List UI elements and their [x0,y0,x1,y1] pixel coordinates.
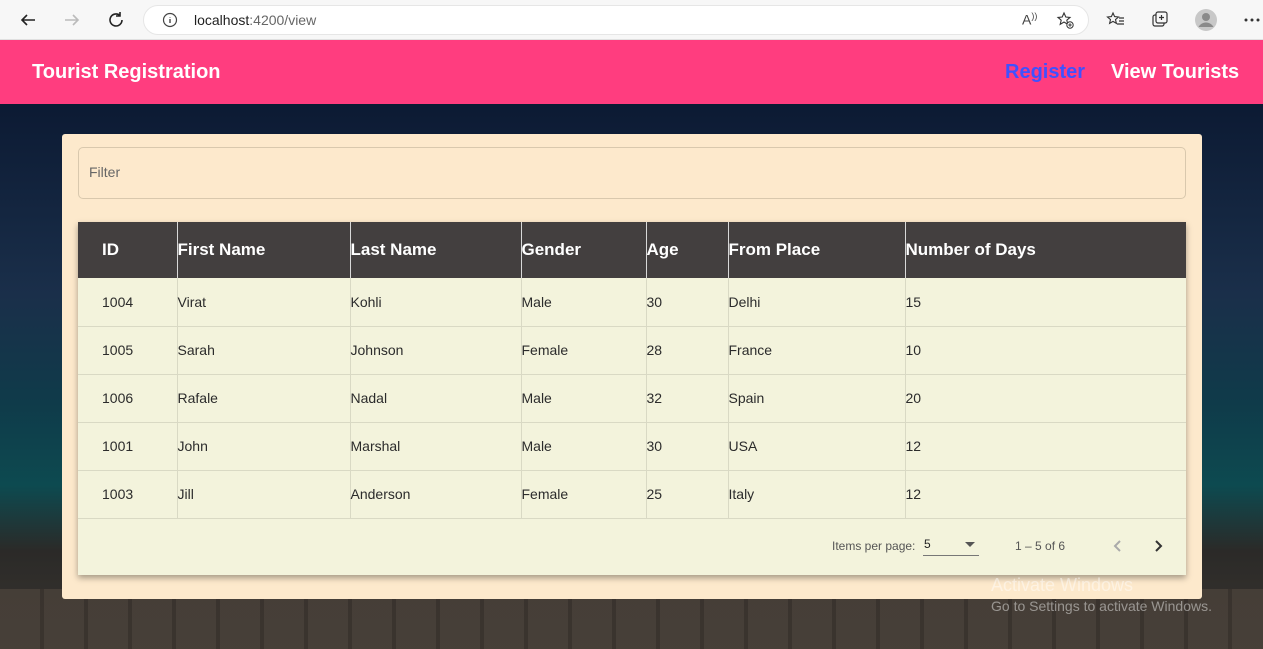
url-text: localhost:4200/view [194,12,317,28]
cell-first-name: John [177,422,351,470]
address-bar[interactable]: localhost:4200/view A)) [143,5,1089,35]
cell-gender: Female [521,326,647,374]
next-page-button[interactable] [1144,532,1172,560]
column-header-number-of-days[interactable]: Number of Days [905,222,1186,278]
table-row[interactable]: 1004 Virat Kohli Male 30 Delhi 15 [78,278,1186,326]
cell-from-place: USA [728,422,906,470]
filter-field[interactable] [78,147,1186,199]
refresh-icon[interactable] [100,4,132,36]
cell-number-of-days: 12 [905,486,922,502]
activate-windows-watermark: Activate Windows Go to Settings to activ… [991,575,1212,614]
column-header-from-place[interactable]: From Place [728,222,906,278]
chevron-down-icon[interactable] [965,542,975,547]
cell-from-place: Delhi [728,278,906,326]
previous-page-button[interactable] [1104,532,1132,560]
watermark-subtitle: Go to Settings to activate Windows. [991,598,1212,614]
back-icon[interactable] [12,4,44,36]
cell-number-of-days: 12 [905,438,922,454]
table-row[interactable]: 1006 Rafale Nadal Male 32 Spain 20 [78,374,1186,422]
read-aloud-icon[interactable]: A)) [1022,11,1037,28]
app-title: Tourist Registration [32,61,221,83]
cell-age: 32 [646,374,729,422]
filter-input[interactable] [89,164,1169,180]
paginator: Items per page: 5 1 – 5 of 6 [78,518,1186,575]
items-per-page-label: Items per page: [832,539,916,553]
cell-id: 1004 [78,278,178,326]
cell-id: 1006 [78,374,178,422]
page-range-label: 1 – 5 of 6 [1015,539,1066,553]
table-row[interactable]: 1005 Sarah Johnson Female 28 France 10 [78,326,1186,374]
forward-icon[interactable] [56,4,88,36]
more-icon[interactable] [1240,8,1263,32]
app-toolbar: Tourist Registration Register View Touri… [0,40,1263,104]
column-header-last-name[interactable]: Last Name [350,222,522,278]
cell-id: 1005 [78,326,178,374]
cell-last-name: Johnson [350,326,522,374]
cell-gender: Male [521,278,647,326]
column-header-gender[interactable]: Gender [521,222,647,278]
cell-first-name: Rafale [177,374,351,422]
cell-last-name: Kohli [350,278,522,326]
cell-first-name: Sarah [177,326,351,374]
tourist-table-container: ID First Name Last Name Gender Age From … [78,222,1186,575]
cell-number-of-days: 20 [905,390,922,406]
nav-register-link[interactable]: Register [1005,61,1085,84]
tourist-table: ID First Name Last Name Gender Age From … [78,222,1186,519]
collections-icon[interactable] [1148,8,1172,32]
cell-gender: Male [521,374,647,422]
cell-age: 30 [646,278,729,326]
cell-first-name: Virat [177,278,351,326]
watermark-title: Activate Windows [991,575,1134,595]
cell-gender: Female [521,470,647,518]
cell-number-of-days: 15 [905,293,922,310]
cell-id: 1001 [78,422,178,470]
cell-number-of-days: 10 [905,342,922,358]
items-per-page-value: 5 [924,537,931,551]
cell-from-place: Spain [728,374,906,422]
browser-toolbar: localhost:4200/view A)) [0,0,1263,40]
column-header-id[interactable]: ID [78,222,178,278]
cell-id: 1003 [78,470,178,518]
table-row[interactable]: 1001 John Marshal Male 30 USA 12 [78,422,1186,470]
cell-from-place: France [728,326,906,374]
info-icon[interactable] [162,12,178,33]
nav-view-tourists-link[interactable]: View Tourists [1111,61,1239,84]
cell-last-name: Anderson [350,470,522,518]
chevron-left-icon [1113,540,1121,552]
cell-age: 28 [646,326,729,374]
column-header-age[interactable]: Age [646,222,729,278]
table-header-row: ID First Name Last Name Gender Age From … [78,222,1186,278]
cell-first-name: Jill [177,470,351,518]
table-row[interactable]: 1003 Jill Anderson Female 25 Italy 12 [78,470,1186,518]
favorites-icon[interactable] [1104,8,1128,32]
chevron-right-icon [1155,540,1163,552]
cell-last-name: Nadal [350,374,522,422]
cell-from-place: Italy [728,470,906,518]
cell-last-name: Marshal [350,422,522,470]
cell-gender: Male [521,422,647,470]
profile-avatar-icon[interactable] [1194,8,1218,32]
tourist-list-card: ID First Name Last Name Gender Age From … [62,134,1202,599]
add-favorite-icon[interactable] [1056,11,1074,34]
items-per-page-select[interactable]: 5 [923,536,979,556]
column-header-first-name[interactable]: First Name [177,222,351,278]
cell-age: 30 [646,422,729,470]
cell-age: 25 [646,470,729,518]
